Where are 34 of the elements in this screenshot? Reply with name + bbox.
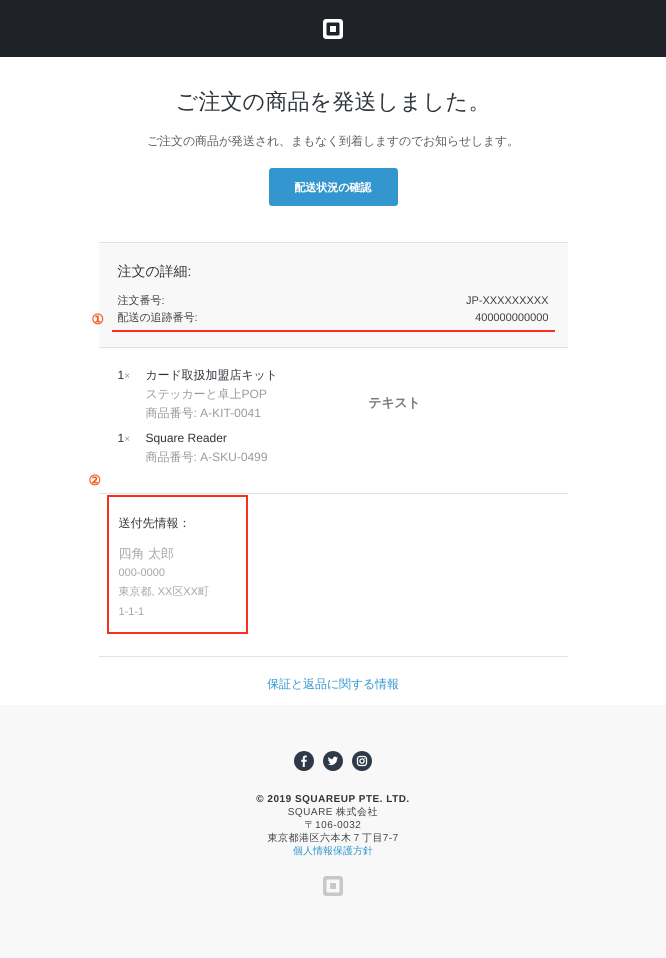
detail-value: 400000000000 xyxy=(475,311,548,326)
track-shipment-button[interactable]: 配送状況の確認 xyxy=(268,168,398,206)
item-detail: 商品番号: A-SKU-0499 xyxy=(146,449,268,466)
subtitle: ご注文の商品が発送され、まもなく到着しますのでお知らせします。 xyxy=(147,133,519,150)
item-quantity: 1× xyxy=(118,430,132,447)
detail-value: JP-XXXXXXXXX xyxy=(466,294,548,309)
item-name: カード取扱加盟店キット xyxy=(146,367,278,384)
twitter-icon[interactable] xyxy=(323,751,343,771)
item-detail: ステッカーと卓上POP xyxy=(146,386,268,403)
warranty-link[interactable]: 保証と返品に関する情報 xyxy=(267,676,399,693)
copyright-text: © 2019 SQUAREUP PTE. LTD. xyxy=(256,793,410,806)
company-info: 東京都港区六本木７丁目7-7 xyxy=(267,832,399,845)
address-line: 四角 太郎 xyxy=(118,545,176,563)
company-info: SQUARE 株式会社 xyxy=(288,806,378,819)
address-line: 1-1-1 xyxy=(118,604,146,620)
instagram-icon[interactable] xyxy=(352,751,372,771)
logo-icon xyxy=(323,876,343,896)
address-line: 000-0000 xyxy=(118,566,166,580)
detail-label: 注文番号: xyxy=(118,294,165,309)
company-info: 〒106-0032 xyxy=(304,819,362,832)
annotation-number: ② xyxy=(88,473,102,487)
item-name: Square Reader xyxy=(146,430,228,447)
privacy-policy-link[interactable]: 個人情報保護方針 xyxy=(293,845,373,858)
section-heading: 注文の詳細: xyxy=(118,263,192,281)
item-quantity: 1× xyxy=(118,367,132,384)
item-detail: 商品番号: A-KIT-0041 xyxy=(146,405,262,422)
placeholder-text: テキスト xyxy=(368,394,420,412)
logo-icon xyxy=(323,18,343,38)
facebook-icon[interactable] xyxy=(294,751,314,771)
annotation-number: ① xyxy=(92,312,104,326)
section-heading: 送付先情報： xyxy=(118,515,192,532)
page-title: ご注文の商品を発送しました。 xyxy=(176,88,490,116)
detail-label: 配送の追跡番号: xyxy=(118,310,198,326)
address-line: 東京都, XX区XX町 xyxy=(118,584,210,600)
